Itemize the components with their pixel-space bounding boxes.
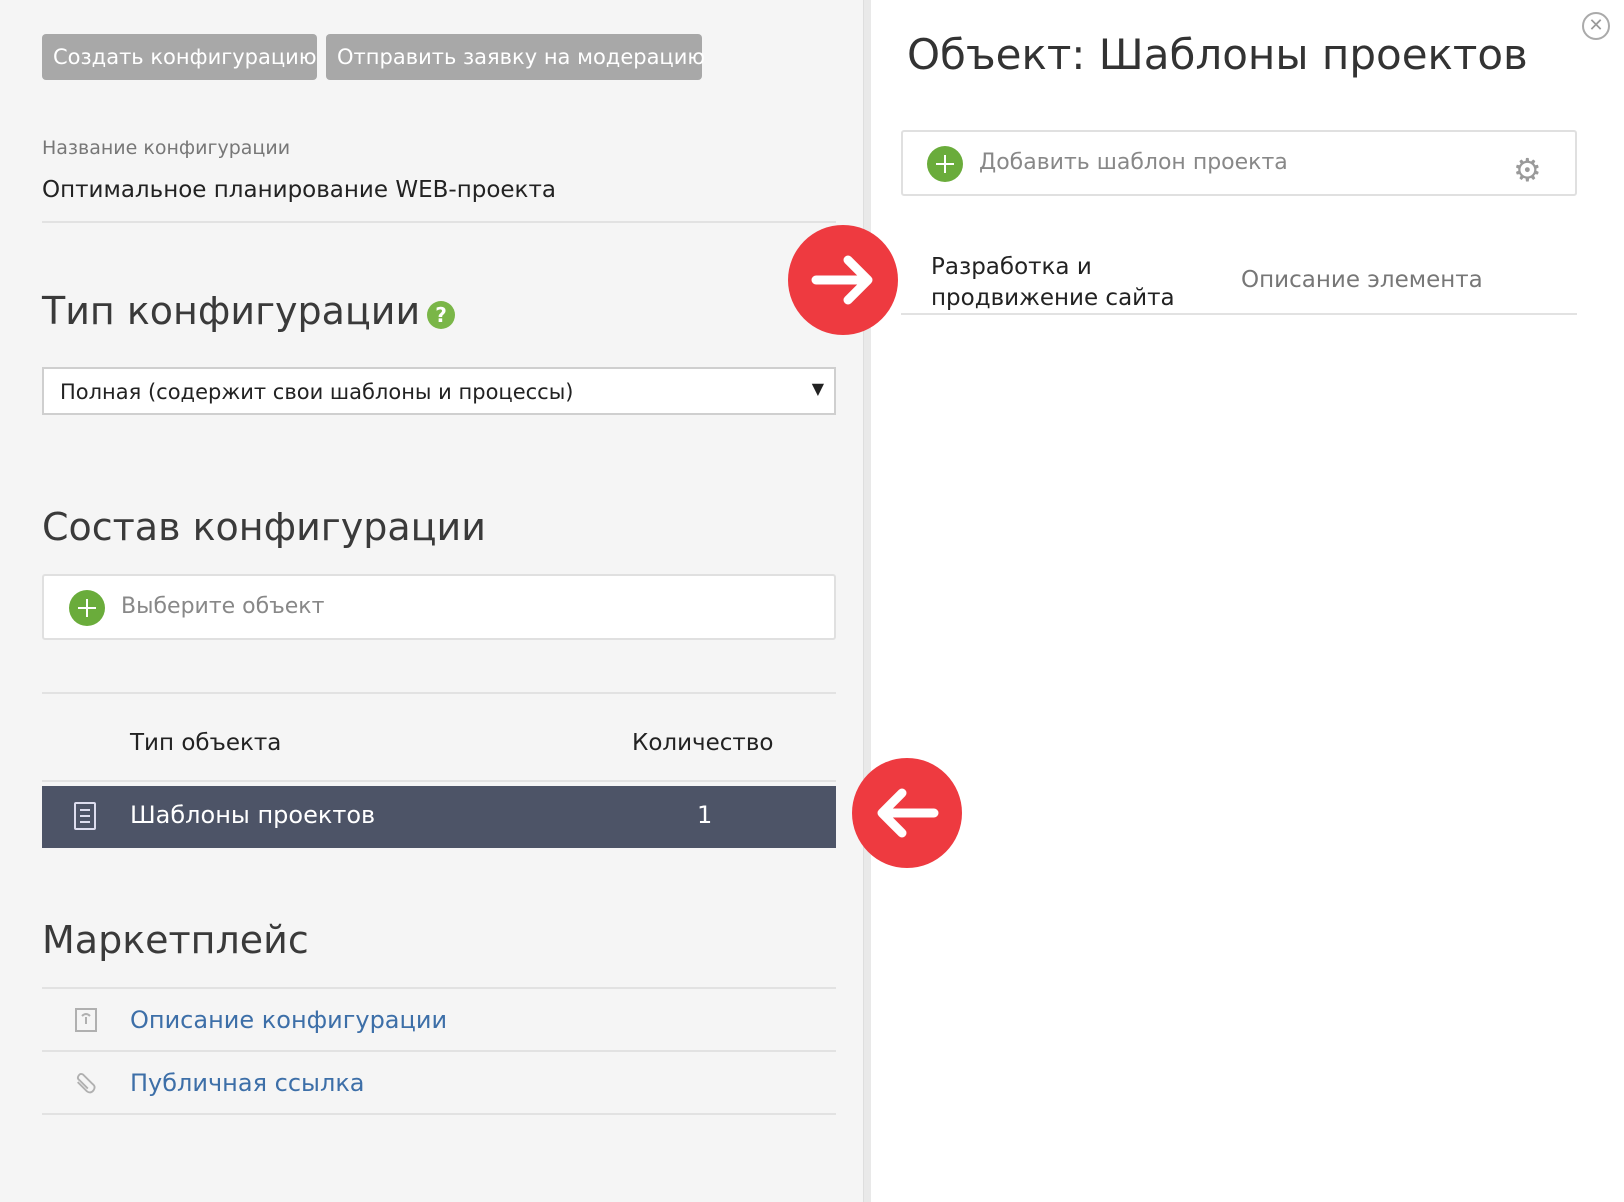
select-object-placeholder: Выберите объект xyxy=(121,594,325,619)
close-icon[interactable]: ✕ xyxy=(1582,12,1610,40)
configuration-pane: Создать конфигурацию Отправить заявку на… xyxy=(0,0,863,1202)
object-panel-title: Объект: Шаблоны проектов xyxy=(907,30,1528,79)
add-icon xyxy=(69,590,105,626)
link-config-description[interactable]: Описание конфигурации xyxy=(42,989,836,1052)
divider xyxy=(901,313,1577,315)
select-object-input[interactable]: Выберите объект xyxy=(42,574,836,640)
gear-icon[interactable]: ⚙ xyxy=(1513,154,1542,186)
config-type-select[interactable]: Полная (содержит свои шаблоны и процессы… xyxy=(42,367,836,415)
template-item-name[interactable]: Разработка и продвижение сайта xyxy=(931,252,1201,314)
divider xyxy=(42,221,836,223)
template-item-description[interactable]: Описание элемента xyxy=(1241,267,1483,293)
table-row[interactable]: Шаблоны проектов 1 xyxy=(42,786,836,848)
arrow-left-marker-icon xyxy=(852,758,962,868)
config-name-label: Название конфигурации xyxy=(42,137,291,159)
add-template-placeholder: Добавить шаблон проекта xyxy=(979,150,1288,175)
composition-title: Состав конфигурации xyxy=(42,505,486,549)
chevron-down-icon: ▼ xyxy=(811,379,824,398)
config-type-selected-value: Полная (содержит свои шаблоны и процессы… xyxy=(60,380,574,404)
send-moderation-button[interactable]: Отправить заявку на модерацию xyxy=(326,34,705,80)
add-icon xyxy=(927,146,963,182)
object-type-label: Шаблоны проектов xyxy=(130,801,376,829)
object-panel: Объект: Шаблоны проектов ✕ Добавить шабл… xyxy=(871,0,1624,1202)
public-link[interactable]: Публичная ссылка xyxy=(130,1069,365,1097)
config-description-link[interactable]: Описание конфигурации xyxy=(130,1006,447,1034)
arrow-right-marker-icon xyxy=(788,225,898,335)
divider xyxy=(42,780,836,782)
object-count: 1 xyxy=(697,801,713,829)
paperclip-icon xyxy=(76,1073,96,1094)
column-header-count: Количество xyxy=(632,730,774,756)
add-template-input[interactable]: Добавить шаблон проекта xyxy=(901,130,1577,196)
config-name-value[interactable]: Оптимальное планирование WEB-проекта xyxy=(42,177,556,203)
document-list-icon xyxy=(74,802,96,830)
config-type-title: Тип конфигурации xyxy=(42,289,421,333)
column-header-type: Тип объекта xyxy=(130,730,282,756)
divider xyxy=(42,1113,836,1115)
create-configuration-button[interactable]: Создать конфигурацию xyxy=(42,34,317,80)
link-public-url[interactable]: Публичная ссылка xyxy=(42,1052,836,1115)
help-icon[interactable]: ? xyxy=(427,301,455,329)
document-info-icon xyxy=(75,1008,97,1032)
divider xyxy=(42,692,836,694)
pane-divider[interactable] xyxy=(863,0,871,1202)
marketplace-title: Маркетплейс xyxy=(42,918,309,962)
